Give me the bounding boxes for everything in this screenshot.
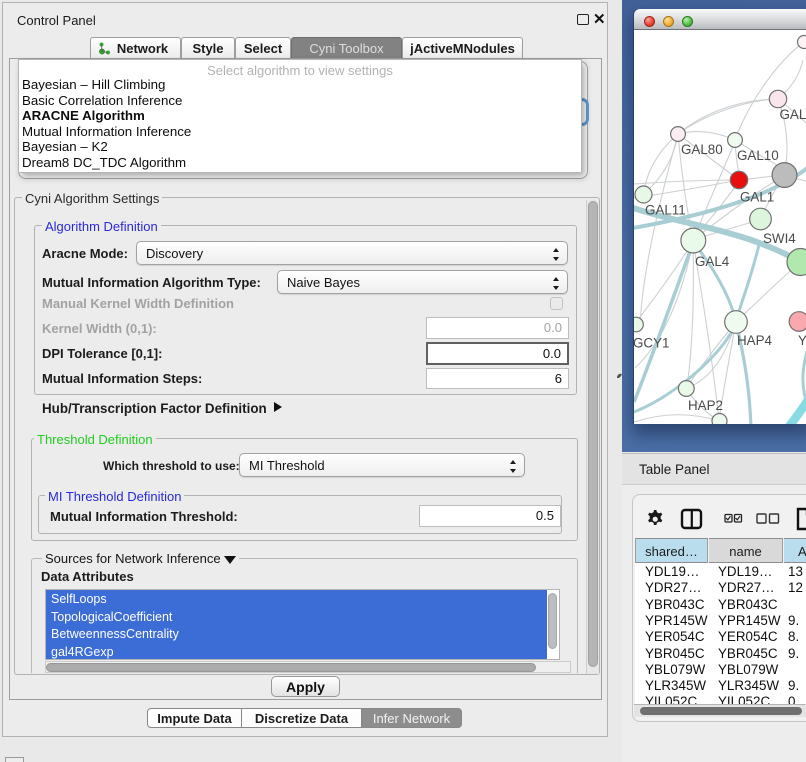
svg-text:YJ: YJ xyxy=(798,333,806,348)
svg-text:GAL7: GAL7 xyxy=(780,107,806,122)
svg-text:HAP2: HAP2 xyxy=(688,398,723,413)
svg-text:GAL11: GAL11 xyxy=(645,203,686,218)
svg-text:GAL80: GAL80 xyxy=(681,142,723,157)
svg-text:GCY1: GCY1 xyxy=(634,336,669,351)
svg-text:SWI4: SWI4 xyxy=(763,231,796,246)
svg-text:GAL10: GAL10 xyxy=(737,148,779,163)
svg-text:GAL1: GAL1 xyxy=(740,190,774,205)
svg-text:GAL4: GAL4 xyxy=(695,254,730,269)
svg-text:HAP4: HAP4 xyxy=(737,333,773,348)
